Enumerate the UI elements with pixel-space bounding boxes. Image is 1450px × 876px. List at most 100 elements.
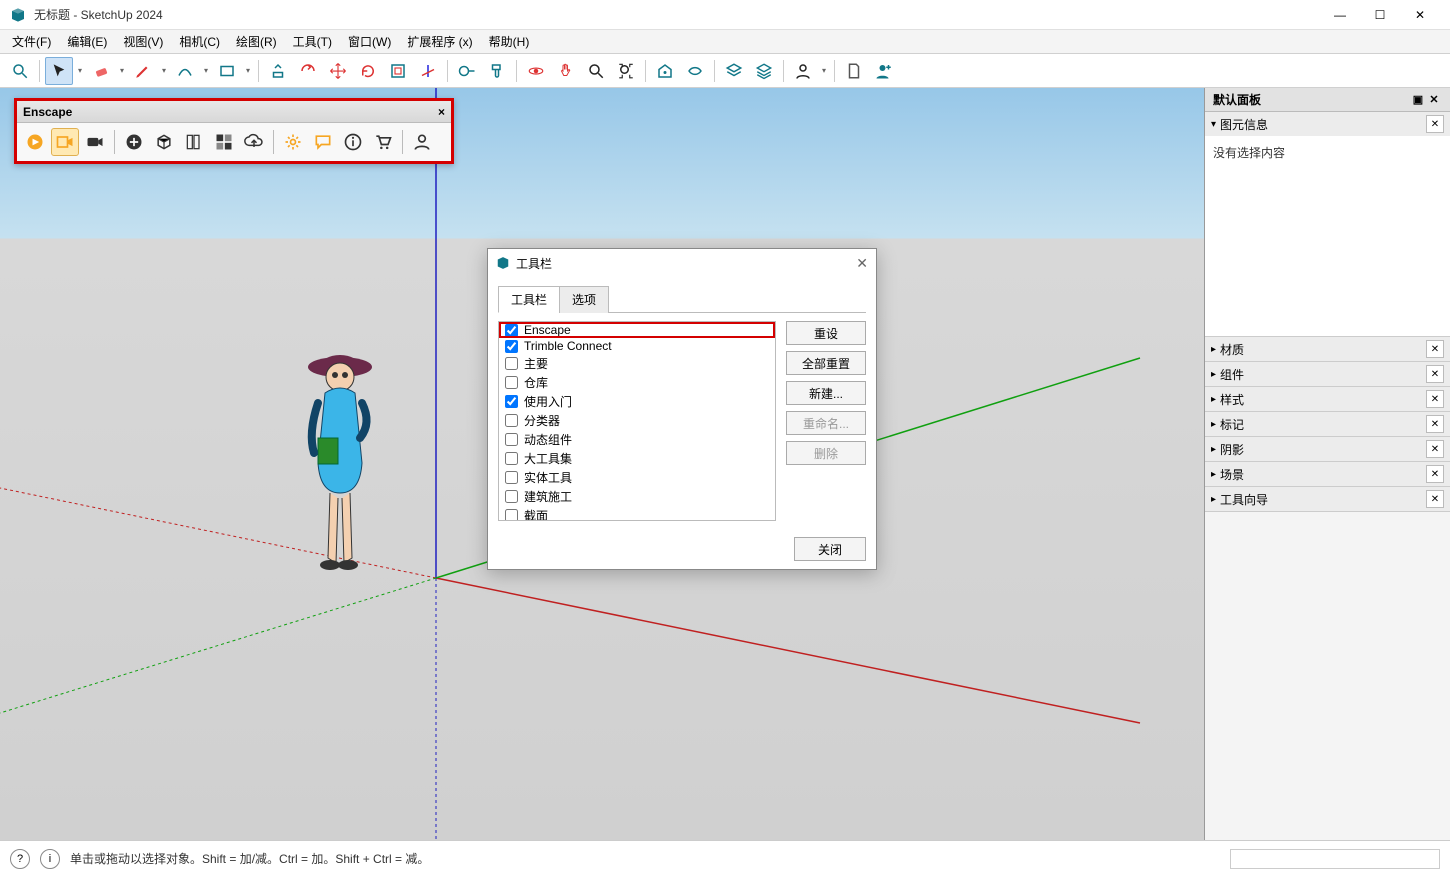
enscape-feedback-icon[interactable] bbox=[309, 128, 337, 156]
tray-header[interactable]: 默认面板 ▣ ✕ bbox=[1205, 88, 1450, 112]
profile-tool-icon[interactable] bbox=[789, 57, 817, 85]
menu-4[interactable]: 绘图(R) bbox=[230, 31, 283, 52]
reset-button[interactable]: 重设 bbox=[786, 321, 866, 345]
offset-tool-icon[interactable] bbox=[294, 57, 322, 85]
tray-section-close-icon[interactable]: ✕ bbox=[1426, 465, 1444, 483]
arc-tool-icon[interactable] bbox=[171, 57, 199, 85]
measurements-box[interactable] bbox=[1230, 849, 1440, 869]
info-icon[interactable]: i bbox=[40, 849, 60, 869]
toolbar-checkbox-8[interactable] bbox=[505, 471, 518, 484]
menu-7[interactable]: 扩展程序 (x) bbox=[401, 31, 478, 52]
tray-section-close-icon[interactable]: ✕ bbox=[1426, 490, 1444, 508]
tray-section-close-icon[interactable]: ✕ bbox=[1426, 365, 1444, 383]
enscape-asset-icon[interactable] bbox=[180, 128, 208, 156]
tray-section-5[interactable]: ▸场景✕ bbox=[1205, 462, 1450, 486]
toolbar-checkbox-5[interactable] bbox=[505, 414, 518, 427]
enscape-account-icon[interactable] bbox=[408, 128, 436, 156]
dialog-close-icon[interactable]: ✕ bbox=[856, 255, 868, 272]
entity-info-close-icon[interactable]: ✕ bbox=[1426, 115, 1444, 133]
new-doc-icon[interactable] bbox=[840, 57, 868, 85]
enscape-info-icon[interactable] bbox=[339, 128, 367, 156]
toolbar-checkbox-4[interactable] bbox=[505, 395, 518, 408]
delete-button[interactable]: 删除 bbox=[786, 441, 866, 465]
layers-icon[interactable] bbox=[720, 57, 748, 85]
layers-manage-icon[interactable] bbox=[750, 57, 778, 85]
enscape-close-icon[interactable]: × bbox=[438, 105, 445, 119]
toolbar-checkbox-1[interactable] bbox=[505, 340, 518, 353]
menu-0[interactable]: 文件(F) bbox=[6, 31, 57, 52]
minimize-button[interactable]: — bbox=[1320, 0, 1360, 30]
tray-section-close-icon[interactable]: ✕ bbox=[1426, 440, 1444, 458]
menu-6[interactable]: 窗口(W) bbox=[342, 31, 397, 52]
move-tool-icon[interactable] bbox=[324, 57, 352, 85]
reset-all-button[interactable]: 全部重置 bbox=[786, 351, 866, 375]
tray-section-close-icon[interactable]: ✕ bbox=[1426, 415, 1444, 433]
pan-tool-icon[interactable] bbox=[552, 57, 580, 85]
arc-dropdown-icon[interactable]: ▾ bbox=[201, 66, 211, 75]
dialog-titlebar[interactable]: 工具栏 ✕ bbox=[488, 249, 876, 277]
axes-tool-icon[interactable] bbox=[414, 57, 442, 85]
pencil-dropdown-icon[interactable]: ▾ bbox=[159, 66, 169, 75]
enscape-cube-icon[interactable] bbox=[150, 128, 178, 156]
menu-3[interactable]: 相机(C) bbox=[173, 31, 226, 52]
menu-8[interactable]: 帮助(H) bbox=[483, 31, 536, 52]
close-window-button[interactable]: ✕ bbox=[1400, 0, 1440, 30]
toolbar-checkbox-3[interactable] bbox=[505, 376, 518, 389]
enscape-materials-icon[interactable] bbox=[210, 128, 238, 156]
toolbar-checkbox-9[interactable] bbox=[505, 490, 518, 503]
enscape-cart-icon[interactable] bbox=[369, 128, 397, 156]
close-dialog-button[interactable]: 关闭 bbox=[794, 537, 866, 561]
rectangle-dropdown-icon[interactable]: ▾ bbox=[243, 66, 253, 75]
eraser-tool-icon[interactable] bbox=[87, 57, 115, 85]
tab-options[interactable]: 选项 bbox=[559, 286, 609, 313]
enscape-upload-icon[interactable] bbox=[240, 128, 268, 156]
eraser-dropdown-icon[interactable]: ▾ bbox=[117, 66, 127, 75]
menu-2[interactable]: 视图(V) bbox=[117, 31, 169, 52]
search-icon[interactable] bbox=[6, 57, 34, 85]
orbit-tool-icon[interactable] bbox=[522, 57, 550, 85]
help-icon[interactable]: ? bbox=[10, 849, 30, 869]
rename-button[interactable]: 重命名... bbox=[786, 411, 866, 435]
select-tool-icon[interactable] bbox=[45, 57, 73, 85]
toolbar-checkbox-6[interactable] bbox=[505, 433, 518, 446]
toolbar-item-1[interactable]: Trimble Connect bbox=[499, 338, 775, 354]
toolbar-checkbox-7[interactable] bbox=[505, 452, 518, 465]
toolbar-item-3[interactable]: 仓库 bbox=[499, 373, 775, 392]
enscape-add-icon[interactable] bbox=[120, 128, 148, 156]
toolbar-item-10[interactable]: 截面 bbox=[499, 506, 775, 521]
tape-tool-icon[interactable] bbox=[453, 57, 481, 85]
menu-5[interactable]: 工具(T) bbox=[287, 31, 338, 52]
enscape-video-icon[interactable] bbox=[81, 128, 109, 156]
entity-info-header[interactable]: ▾ 图元信息 ✕ bbox=[1205, 112, 1450, 136]
pencil-tool-icon[interactable] bbox=[129, 57, 157, 85]
rotate-tool-icon[interactable] bbox=[354, 57, 382, 85]
zoom-extents-tool-icon[interactable] bbox=[612, 57, 640, 85]
enscape-toolbar[interactable]: Enscape × bbox=[14, 98, 454, 164]
enscape-start-icon[interactable] bbox=[21, 128, 49, 156]
enscape-toolbar-title[interactable]: Enscape × bbox=[17, 101, 451, 123]
tray-close-icon[interactable]: ✕ bbox=[1426, 92, 1442, 108]
tab-toolbar[interactable]: 工具栏 bbox=[498, 286, 560, 313]
toolbar-item-6[interactable]: 动态组件 bbox=[499, 430, 775, 449]
tray-section-0[interactable]: ▸材质✕ bbox=[1205, 337, 1450, 361]
toolbars-dialog[interactable]: 工具栏 ✕ 工具栏 选项 EnscapeTrimble Connect主要仓库使… bbox=[487, 248, 877, 570]
toolbar-item-7[interactable]: 大工具集 bbox=[499, 449, 775, 468]
rectangle-tool-icon[interactable] bbox=[213, 57, 241, 85]
user-add-icon[interactable] bbox=[870, 57, 898, 85]
tray-section-2[interactable]: ▸样式✕ bbox=[1205, 387, 1450, 411]
zoom-tool-icon[interactable] bbox=[582, 57, 610, 85]
enscape-live-icon[interactable] bbox=[51, 128, 79, 156]
toolbar-list[interactable]: EnscapeTrimble Connect主要仓库使用入门分类器动态组件大工具… bbox=[498, 321, 776, 521]
pushpull-tool-icon[interactable] bbox=[264, 57, 292, 85]
viewport[interactable]: Enscape × bbox=[0, 88, 1204, 840]
tray-section-3[interactable]: ▸标记✕ bbox=[1205, 412, 1450, 436]
toolbar-item-9[interactable]: 建筑施工 bbox=[499, 487, 775, 506]
toolbar-item-4[interactable]: 使用入门 bbox=[499, 392, 775, 411]
paint-tool-icon[interactable] bbox=[483, 57, 511, 85]
tray-pin-icon[interactable]: ▣ bbox=[1410, 92, 1426, 108]
toolbar-item-2[interactable]: 主要 bbox=[499, 354, 775, 373]
profile-dropdown-icon[interactable]: ▾ bbox=[819, 66, 829, 75]
warehouse-icon[interactable] bbox=[651, 57, 679, 85]
toolbar-item-5[interactable]: 分类器 bbox=[499, 411, 775, 430]
tray-section-close-icon[interactable]: ✕ bbox=[1426, 340, 1444, 358]
